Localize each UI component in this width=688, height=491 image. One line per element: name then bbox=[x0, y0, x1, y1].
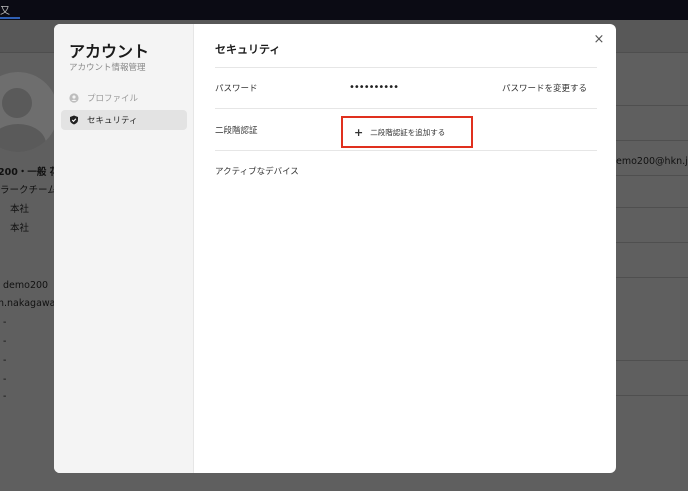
two-factor-label: 二段階認証 bbox=[215, 126, 258, 136]
divider bbox=[215, 150, 597, 151]
background-dash: - bbox=[3, 317, 7, 328]
sidebar-item-security[interactable]: セキュリティ bbox=[61, 110, 187, 130]
topbar-active-indicator bbox=[0, 17, 20, 19]
modal-sidebar: アカウント アカウント情報管理 プロファイル セキュリティ bbox=[54, 24, 194, 473]
avatar-head bbox=[2, 88, 32, 118]
shield-icon bbox=[69, 115, 79, 125]
active-devices-label: アクティブなデバイス bbox=[215, 167, 299, 177]
background-avatar bbox=[0, 72, 58, 152]
section-title: セキュリティ bbox=[215, 43, 281, 56]
plus-icon: + bbox=[354, 125, 364, 139]
close-icon[interactable]: × bbox=[592, 33, 606, 47]
background-team: ラークチーム bbox=[0, 185, 57, 196]
add-two-factor-label: 二段階認証を追加する bbox=[370, 127, 446, 137]
modal-main: セキュリティ × パスワード •••••••••• パスワードを変更する 二段階… bbox=[194, 24, 616, 473]
background-dash: - bbox=[3, 336, 7, 347]
divider bbox=[215, 108, 597, 109]
background-user-handle: n.nakagawa bbox=[0, 298, 56, 309]
avatar-body bbox=[0, 124, 46, 152]
change-password-button[interactable]: パスワードを変更する bbox=[502, 82, 587, 94]
topbar-glyph: 又 bbox=[0, 6, 10, 17]
sidebar-item-label: セキュリティ bbox=[87, 116, 138, 126]
sidebar-item-profile[interactable]: プロファイル bbox=[61, 88, 187, 108]
background-office-1: 本社 bbox=[10, 204, 30, 215]
top-bar: 又 bbox=[0, 0, 688, 20]
background-dash: - bbox=[3, 391, 7, 402]
add-two-factor-button[interactable]: + 二段階認証を追加する bbox=[341, 116, 473, 148]
background-dash: - bbox=[3, 355, 7, 366]
account-modal: アカウント アカウント情報管理 プロファイル セキュリティ セキュリティ × パ… bbox=[54, 24, 616, 473]
divider bbox=[215, 67, 597, 68]
background-office-2: 本社 bbox=[10, 223, 30, 234]
modal-sidebar-title: アカウント bbox=[69, 42, 150, 61]
background-email: emo200@hkn.jp bbox=[616, 156, 688, 167]
background-user-id: demo200 bbox=[3, 280, 49, 291]
sidebar-item-label: プロファイル bbox=[87, 94, 139, 104]
password-value: •••••••••• bbox=[349, 82, 399, 93]
background-name: 200・一般 花 bbox=[0, 167, 60, 178]
background-dash: - bbox=[3, 374, 7, 385]
modal-sidebar-subtitle: アカウント情報管理 bbox=[69, 63, 146, 73]
user-icon bbox=[69, 93, 79, 103]
password-label: パスワード bbox=[215, 84, 258, 94]
